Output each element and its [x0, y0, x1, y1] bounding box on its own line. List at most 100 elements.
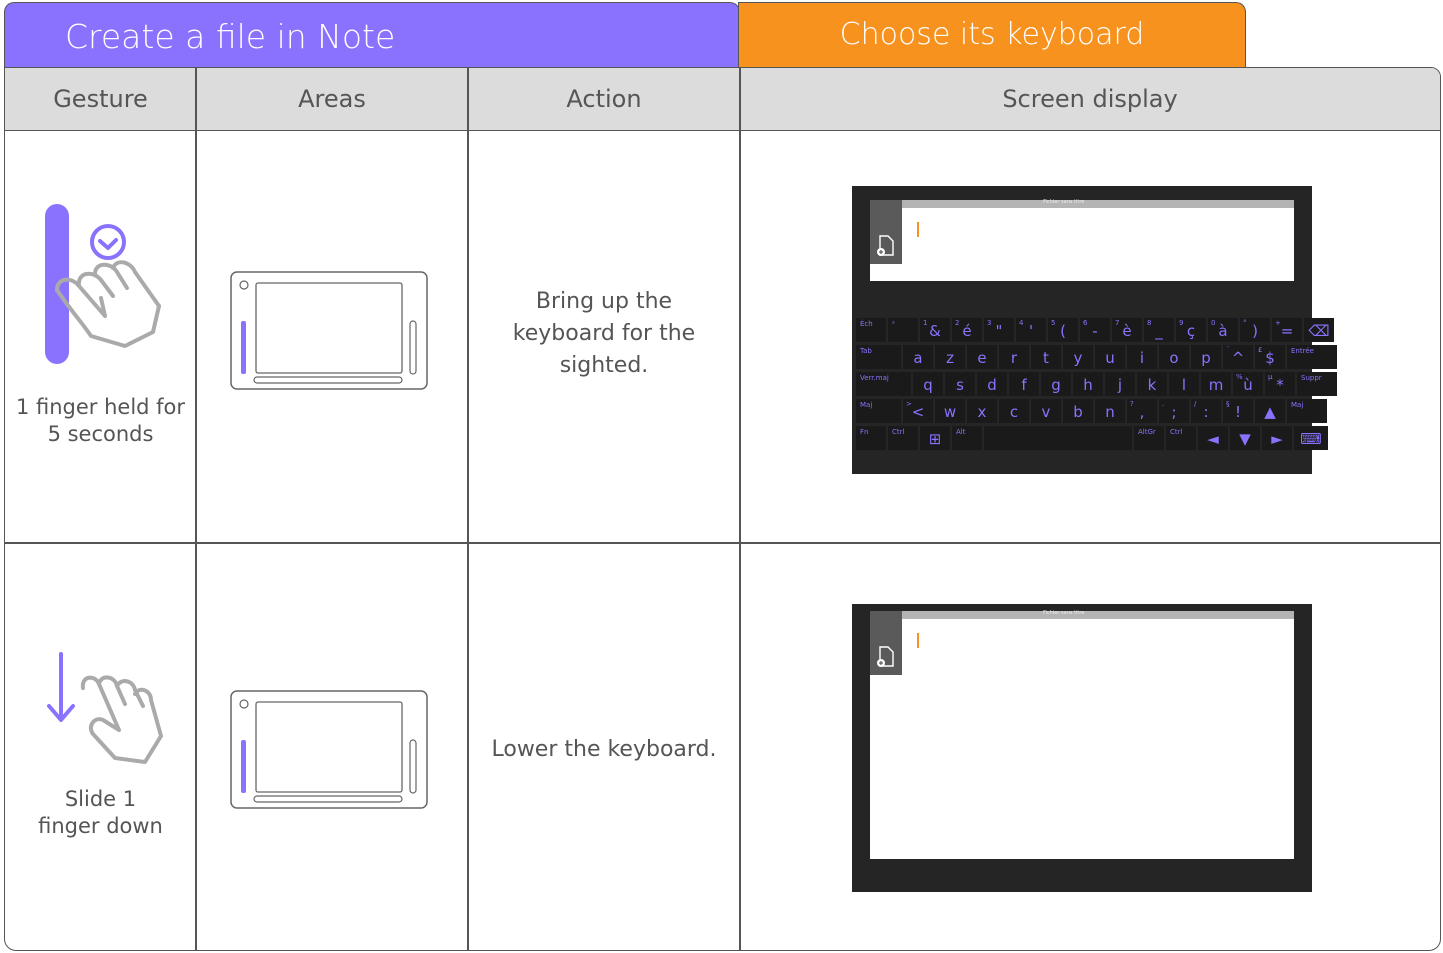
keyboard-key[interactable]: /: [1191, 399, 1221, 423]
keyboard-key[interactable]: .; [1159, 399, 1189, 423]
keyboard-key[interactable]: ² [888, 318, 918, 342]
keyboard-key[interactable]: p [1191, 345, 1221, 369]
keyboard-key[interactable]: a [903, 345, 933, 369]
key-secondary-label: Éch [860, 320, 873, 328]
key-primary-label: ^ [1231, 349, 1245, 367]
keyboard-key[interactable]: n [1095, 399, 1125, 423]
keyboard-key[interactable]: Entrée [1287, 345, 1337, 369]
note-title-bar: Fichier sans titre [902, 199, 1294, 208]
keyboard-key[interactable]: ► [1262, 426, 1292, 450]
key-primary-label: d [987, 376, 997, 394]
keyboard-key[interactable]: s [945, 372, 975, 396]
tab-choose-keyboard-label: Choose its keyboard [839, 17, 1145, 52]
key-primary-label: c [1009, 403, 1019, 421]
keyboard-key[interactable]: i [1127, 345, 1157, 369]
key-primary-label: ⌨ [1300, 430, 1322, 448]
keyboard-key[interactable]: c [999, 399, 1029, 423]
keyboard-key[interactable]: Maj [1287, 399, 1327, 423]
keyboard-key[interactable]: µ * [1265, 372, 1295, 396]
keyboard-key[interactable]: d [977, 372, 1007, 396]
new-file-button[interactable] [870, 611, 902, 675]
keyboard-key[interactable]: Éch [856, 318, 886, 342]
key-primary-label: = [1280, 322, 1294, 340]
keyboard-key[interactable]: % ù [1233, 372, 1263, 396]
keyboard-key[interactable] [984, 426, 1132, 450]
keyboard-key[interactable]: ◄ [1198, 426, 1228, 450]
keyboard-key[interactable]: 5( [1048, 318, 1078, 342]
keyboard-key[interactable]: 6- [1080, 318, 1110, 342]
keyboard-key[interactable]: ⌫ [1304, 318, 1334, 342]
key-primary-label: : [1203, 403, 1209, 421]
keyboard-key[interactable]: r [999, 345, 1029, 369]
keyboard-key[interactable]: b [1063, 399, 1093, 423]
keyboard-key[interactable]: ⊞ [920, 426, 950, 450]
keyboard-key[interactable]: Fn [856, 426, 886, 450]
key-primary-label: a [913, 349, 923, 367]
keyboard-key[interactable]: 2é [952, 318, 982, 342]
keyboard-key[interactable]: ?, [1127, 399, 1157, 423]
key-primary-label: ▼ [1239, 430, 1251, 448]
keyboard-key[interactable]: 3 " [984, 318, 1014, 342]
keyboard-key[interactable]: e [967, 345, 997, 369]
keyboard-key[interactable]: Ctrl [1166, 426, 1196, 450]
keyboard-key[interactable]: z [935, 345, 965, 369]
keyboard-key[interactable]: Tab [856, 345, 901, 369]
header-action: Action [566, 85, 642, 113]
keyboard-key[interactable]: AltGr [1134, 426, 1164, 450]
keyboard-key[interactable]: 1 & [920, 318, 950, 342]
new-file-button[interactable] [870, 200, 902, 264]
action-text: Lower the keyboard. [491, 737, 717, 762]
tablet-areas-icon [230, 271, 428, 390]
hand-hold-clock-icon [45, 204, 161, 364]
keyboard-key[interactable]: 0à [1208, 318, 1238, 342]
key-primary-label: ' [1028, 322, 1034, 340]
key-primary-label: h [1083, 376, 1093, 394]
keyboard-key[interactable]: §! [1223, 399, 1253, 423]
keyboard-key[interactable]: x [967, 399, 997, 423]
keyboard-key[interactable]: 4 ' [1016, 318, 1046, 342]
header-gesture: Gesture [53, 85, 148, 113]
key-primary-label: ▲ [1264, 403, 1276, 421]
key-primary-label: l [1181, 376, 1187, 394]
keyboard-key[interactable]: g [1041, 372, 1071, 396]
keyboard-key[interactable]: t [1031, 345, 1061, 369]
keyboard-key[interactable]: w [935, 399, 965, 423]
keyboard-key[interactable]: u [1095, 345, 1125, 369]
keyboard-key[interactable]: £ $ [1255, 345, 1285, 369]
keyboard-key[interactable]: ▼ [1230, 426, 1260, 450]
keyboard-key[interactable]: 9ç [1176, 318, 1206, 342]
keyboard-key[interactable]: l [1169, 372, 1199, 396]
keyboard-key[interactable]: Alt [952, 426, 982, 450]
keyboard-key[interactable]: o [1159, 345, 1189, 369]
keyboard-key[interactable]: Verr.maj [856, 372, 911, 396]
key-secondary-label: ² [892, 320, 895, 328]
keyboard-key[interactable]: °) [1240, 318, 1270, 342]
key-secondary-label: Ctrl [1170, 428, 1183, 436]
tablet-areas-icon [230, 690, 428, 809]
keyboard-key[interactable]: + = [1272, 318, 1302, 342]
keyboard-key[interactable]: 8 _ [1144, 318, 1174, 342]
keyboard-key[interactable]: f [1009, 372, 1039, 396]
keyboard-key[interactable]: ▲ [1255, 399, 1285, 423]
key-primary-label: ◄ [1207, 430, 1219, 448]
keyboard-key[interactable]: ¨ ^ [1223, 345, 1253, 369]
keyboard-key[interactable]: Suppr [1297, 372, 1337, 396]
key-primary-label: b [1073, 403, 1083, 421]
keyboard-key[interactable]: Maj [856, 399, 901, 423]
keyboard-key[interactable]: v [1031, 399, 1061, 423]
tab-create-file: Create a file in Note [4, 2, 740, 68]
keyboard-key[interactable]: q [913, 372, 943, 396]
keyboard-key[interactable]: Ctrl [888, 426, 918, 450]
new-file-icon [877, 235, 894, 256]
keyboard-key[interactable]: ⌨ [1294, 426, 1328, 450]
key-secondary-label: Verr.maj [860, 374, 889, 382]
key-secondary-label: Entrée [1291, 347, 1314, 355]
keyboard-key[interactable]: h [1073, 372, 1103, 396]
keyboard-key[interactable]: k [1137, 372, 1167, 396]
keyboard-key[interactable]: > < [903, 399, 933, 423]
keyboard-key[interactable]: 7è [1112, 318, 1142, 342]
keyboard-key[interactable]: y [1063, 345, 1093, 369]
keyboard-key[interactable]: j [1105, 372, 1135, 396]
keyboard-key[interactable]: m [1201, 372, 1231, 396]
key-primary-label: o [1169, 349, 1179, 367]
